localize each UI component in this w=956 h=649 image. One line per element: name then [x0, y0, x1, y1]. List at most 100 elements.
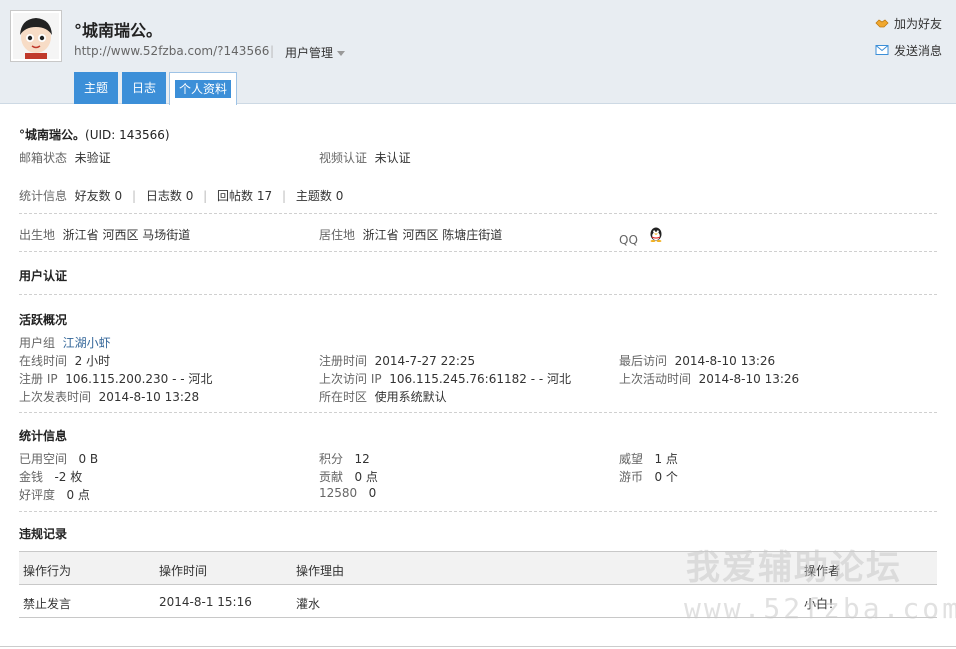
profile-header: °城南瑞公。 http://www.52fzba.com/?143566 | 用…: [0, 0, 956, 105]
video-status-value: 未认证: [374, 151, 411, 165]
rating: 好评度 0 点: [19, 486, 90, 503]
user-group: 用户组 江湖小虾: [19, 334, 111, 351]
birthplace-value: 浙江省 河西区 马场街道: [62, 228, 191, 242]
last-post-value: 2014-8-10 13:28: [98, 390, 200, 404]
user-manage-label: 用户管理: [285, 46, 334, 60]
reg-time: 注册时间 2014-7-27 22:25: [319, 352, 475, 369]
divider: [19, 412, 937, 413]
last-post-label: 上次发表时间: [19, 390, 92, 404]
qq-field: QQ: [619, 226, 663, 247]
prestige: 威望 1 点: [619, 450, 678, 467]
video-status-label: 视频认证: [319, 151, 368, 165]
send-message-button[interactable]: 发送消息: [875, 42, 942, 59]
page-bottom-border: [0, 646, 956, 647]
avatar-image: [13, 13, 59, 59]
video-status: 视频认证 未认证: [319, 149, 411, 166]
send-message-label: 发送消息: [893, 44, 942, 58]
tab-profile-label: 个人资料: [174, 80, 231, 98]
points: 积分 12: [319, 450, 370, 467]
online-time-value: 2 小时: [74, 354, 111, 368]
residence-label: 居住地: [319, 228, 356, 242]
chevron-down-icon: [337, 51, 346, 56]
extra-stat-value: 0: [368, 486, 377, 500]
timezone: 所在时区 使用系统默认: [319, 388, 447, 405]
reg-time-label: 注册时间: [319, 354, 368, 368]
contribution: 贡献 0 点: [319, 468, 378, 485]
tab-blog[interactable]: 日志: [122, 72, 166, 104]
profile-url[interactable]: http://www.52fzba.com/?143566: [74, 44, 269, 58]
qq-penguin-icon[interactable]: [649, 226, 663, 242]
points-value: 12: [354, 452, 370, 466]
add-friend-label: 加为好友: [893, 17, 942, 31]
profile-name: °城南瑞公。: [19, 128, 86, 142]
row-reason: 灌水: [296, 597, 321, 611]
last-ip: 上次访问 IP 106.115.245.76:61182 - - 河北: [319, 370, 571, 387]
stat-topics-label: 主题数: [295, 189, 332, 203]
watermark-title: 我爱辅助论坛: [686, 548, 902, 588]
extra-stat: 12580 0: [319, 486, 376, 500]
divider: [19, 251, 937, 252]
avatar[interactable]: [10, 10, 62, 62]
stat-friends[interactable]: 好友数 0: [75, 189, 122, 203]
money-label: 金钱: [19, 470, 44, 484]
last-active: 上次活动时间 2014-8-10 13:26: [619, 370, 799, 387]
last-ip-label: 上次访问 IP: [319, 372, 382, 386]
prestige-value: 1 点: [654, 452, 678, 466]
residence-value: 浙江省 河西区 陈塘庄街道: [362, 228, 503, 242]
profile-username: °城南瑞公。: [74, 21, 163, 40]
stat-topics[interactable]: 主题数 0: [296, 189, 343, 203]
birthplace: 出生地 浙江省 河西区 马场街道: [19, 226, 190, 243]
user-cert-title: 用户认证: [19, 269, 68, 283]
timezone-label: 所在时区: [319, 390, 368, 404]
col-reason: 操作理由: [296, 564, 345, 578]
add-friend-button[interactable]: 加为好友: [875, 15, 942, 32]
last-visit: 最后访问 2014-8-10 13:26: [619, 352, 775, 369]
watermark-url: www.52fzba.com: [684, 592, 956, 625]
email-status-value: 未验证: [74, 151, 111, 165]
statistics-title: 统计信息: [19, 429, 68, 443]
user-manage-dropdown[interactable]: 用户管理: [285, 44, 346, 61]
reg-ip-value: 106.115.200.230 - - 河北: [65, 372, 213, 386]
last-ip-value: 106.115.245.76:61182 - - 河北: [389, 372, 571, 386]
stat-replies[interactable]: 回帖数 17: [217, 189, 272, 203]
tab-profile[interactable]: 个人资料: [169, 72, 237, 105]
stat-replies-value: 17: [256, 189, 273, 203]
online-time-label: 在线时间: [19, 354, 68, 368]
stat-blogs[interactable]: 日志数 0: [146, 189, 193, 203]
row-action: 禁止发言: [23, 597, 72, 611]
stat-blogs-label: 日志数: [145, 189, 182, 203]
reg-ip-label: 注册 IP: [19, 372, 58, 386]
stat-topics-value: 0: [335, 189, 344, 203]
rating-label: 好评度: [19, 488, 56, 502]
money-value: -2 枚: [54, 470, 83, 484]
qq-label: QQ: [619, 233, 638, 247]
divider: [19, 213, 937, 214]
birthplace-label: 出生地: [19, 228, 56, 242]
last-active-value: 2014-8-10 13:26: [698, 372, 800, 386]
prestige-label: 威望: [619, 452, 644, 466]
money: 金钱 -2 枚: [19, 468, 82, 485]
stat-friends-value: 0: [114, 189, 123, 203]
used-space-label: 已用空间: [19, 452, 68, 466]
last-post: 上次发表时间 2014-8-10 13:28: [19, 388, 199, 405]
user-group-link[interactable]: 江湖小虾: [63, 336, 111, 350]
stats-line-label: 统计信息: [19, 189, 68, 203]
game-coin-value: 0 个: [654, 470, 678, 484]
divider: [19, 294, 937, 295]
residence: 居住地 浙江省 河西区 陈塘庄街道: [319, 226, 502, 243]
extra-stat-label: 12580: [319, 486, 358, 500]
envelope-icon: [875, 45, 889, 55]
tab-topics[interactable]: 主题: [74, 72, 118, 104]
used-space-value: 0 B: [78, 452, 99, 466]
used-space: 已用空间 0 B: [19, 450, 98, 467]
timezone-value: 使用系统默认: [374, 390, 447, 404]
points-label: 积分: [319, 452, 344, 466]
rating-value: 0 点: [66, 488, 90, 502]
user-group-label: 用户组: [19, 336, 56, 350]
col-action: 操作行为: [23, 564, 72, 578]
profile-uid: (UID: 143566): [85, 128, 170, 142]
violations-title: 违规记录: [19, 527, 68, 541]
reg-ip: 注册 IP 106.115.200.230 - - 河北: [19, 370, 212, 387]
row-time: 2014-8-1 15:16: [159, 595, 252, 609]
game-coin-label: 游币: [619, 470, 644, 484]
